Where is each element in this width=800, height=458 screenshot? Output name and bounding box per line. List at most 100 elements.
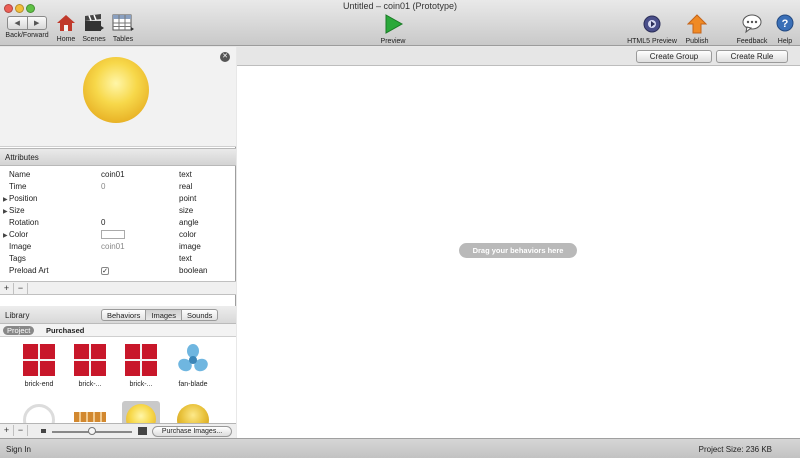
tables-button[interactable]: Tables bbox=[110, 14, 136, 43]
help-icon: ? bbox=[776, 14, 794, 32]
subtab-project[interactable]: Project bbox=[3, 326, 35, 335]
attribute-type: point bbox=[179, 194, 197, 203]
toolbar: Untitled – coin01 (Prototype) ◀ ▶ Back/F… bbox=[0, 0, 800, 46]
disclosure-triangle-icon[interactable]: ▶ bbox=[3, 232, 8, 239]
coin-image bbox=[83, 57, 149, 123]
attribute-value[interactable]: 0 bbox=[101, 218, 105, 227]
publish-button[interactable]: Publish bbox=[683, 14, 711, 45]
close-icon[interactable]: ✕ bbox=[220, 52, 230, 62]
create-rule-button[interactable]: Create Rule bbox=[716, 50, 788, 63]
rules-toolbar: Create Group Create Rule bbox=[237, 47, 800, 66]
add-attribute-button[interactable]: + bbox=[0, 283, 14, 294]
scenes-label: Scenes bbox=[82, 36, 106, 43]
brick-icon bbox=[23, 344, 55, 376]
preview-label: Preview bbox=[380, 38, 406, 45]
large-thumbnail-icon bbox=[138, 427, 147, 435]
attribute-row[interactable]: Time 0 real bbox=[0, 182, 236, 194]
feedback-button[interactable]: Feedback bbox=[736, 14, 768, 45]
attribute-name: Size bbox=[9, 206, 25, 215]
library-item-selected[interactable] bbox=[122, 401, 160, 425]
color-swatch[interactable] bbox=[101, 230, 125, 241]
attribute-type: image bbox=[179, 242, 201, 251]
actor-preview: ✕ bbox=[0, 47, 236, 147]
library-item-label: brick-... bbox=[129, 381, 153, 388]
rules-editor: Create Group Create Rule Drag your behav… bbox=[237, 47, 800, 438]
svg-text:?: ? bbox=[782, 18, 789, 30]
attribute-name: Tags bbox=[9, 254, 26, 263]
play-icon bbox=[385, 14, 404, 34]
coin-thumbnail bbox=[177, 404, 209, 425]
attribute-type: text bbox=[179, 170, 192, 179]
attribute-row[interactable]: Rotation 0 angle bbox=[0, 218, 236, 230]
library-item[interactable] bbox=[17, 404, 61, 425]
preload-art-checkbox[interactable]: ✓ bbox=[101, 266, 109, 275]
forward-arrow-icon[interactable]: ▶ bbox=[26, 17, 47, 29]
library-item[interactable]: brick-... bbox=[68, 344, 112, 388]
table-icon bbox=[112, 14, 134, 31]
slider-knob[interactable] bbox=[88, 427, 96, 435]
attribute-name: Color bbox=[9, 230, 29, 239]
library-item-label: fan-blade bbox=[178, 381, 208, 388]
remove-attribute-button[interactable]: − bbox=[14, 283, 28, 294]
window-title: Untitled – coin01 (Prototype) bbox=[342, 1, 458, 11]
attribute-name: Position bbox=[9, 194, 38, 203]
preview-button[interactable]: Preview bbox=[378, 14, 408, 45]
back-arrow-icon[interactable]: ◀ bbox=[8, 17, 27, 29]
library-item[interactable]: fan-blade bbox=[171, 344, 215, 388]
help-label: Help bbox=[777, 38, 793, 45]
attribute-value[interactable]: coin01 bbox=[101, 170, 125, 179]
html5-preview-button[interactable]: HTML5 Preview bbox=[626, 14, 678, 45]
brick-icon bbox=[74, 344, 106, 376]
coin-thumbnail bbox=[126, 404, 156, 425]
purchase-images-button[interactable]: Purchase Images... bbox=[152, 426, 232, 437]
feedback-label: Feedback bbox=[736, 38, 768, 45]
home-button[interactable]: Home bbox=[54, 14, 78, 43]
add-image-button[interactable]: + bbox=[0, 425, 14, 436]
publish-label: Publish bbox=[685, 38, 709, 45]
library-item[interactable] bbox=[171, 404, 215, 425]
library-item-label: brick-... bbox=[78, 381, 102, 388]
remove-image-button[interactable]: − bbox=[14, 425, 28, 436]
attribute-type: real bbox=[179, 182, 193, 191]
behavior-drop-zone[interactable]: Drag your behaviors here bbox=[459, 243, 577, 258]
disclosure-triangle-icon[interactable]: ▶ bbox=[3, 196, 8, 203]
create-group-button[interactable]: Create Group bbox=[636, 50, 712, 63]
speech-bubble-icon bbox=[742, 14, 762, 34]
small-thumbnail-icon bbox=[41, 429, 46, 433]
attribute-value[interactable]: coin01 bbox=[101, 242, 125, 251]
library-item[interactable]: brick-... bbox=[119, 344, 163, 388]
subtab-purchased[interactable]: Purchased bbox=[42, 326, 88, 335]
attribute-row[interactable]: Tags text bbox=[0, 254, 236, 266]
project-size: Project Size: 236 KB bbox=[698, 445, 772, 454]
library-item[interactable] bbox=[68, 404, 112, 422]
attribute-type: angle bbox=[179, 218, 199, 227]
home-label: Home bbox=[56, 36, 76, 43]
tables-label: Tables bbox=[112, 36, 134, 43]
html5-preview-icon bbox=[643, 15, 661, 33]
attribute-row[interactable]: Name coin01 text bbox=[0, 170, 236, 182]
attribute-name: Time bbox=[9, 182, 27, 191]
tab-behaviors[interactable]: Behaviors bbox=[102, 310, 145, 320]
attribute-name: Name bbox=[9, 170, 31, 179]
fan-blade-icon bbox=[178, 344, 208, 372]
tab-images[interactable]: Images bbox=[145, 310, 181, 320]
attribute-type: size bbox=[179, 206, 194, 215]
attribute-row[interactable]: ▶ Color color bbox=[0, 230, 236, 242]
upload-arrow-icon bbox=[686, 14, 708, 34]
sign-in-link[interactable]: Sign In bbox=[6, 445, 31, 454]
disclosure-triangle-icon[interactable]: ▶ bbox=[3, 208, 8, 215]
attribute-type: boolean bbox=[179, 266, 208, 275]
attribute-row[interactable]: Image coin01 image bbox=[0, 242, 236, 254]
attribute-type: text bbox=[179, 254, 192, 263]
attribute-row[interactable]: Preload Art ✓ boolean bbox=[0, 266, 236, 278]
attribute-row[interactable]: ▶ Position point bbox=[0, 194, 236, 206]
attribute-value: 0 bbox=[101, 182, 106, 191]
brick-icon bbox=[125, 344, 157, 376]
library-item[interactable]: brick-end bbox=[17, 344, 61, 388]
attribute-row[interactable]: ▶ Size size bbox=[0, 206, 236, 218]
white-orb-thumbnail bbox=[23, 404, 55, 425]
help-button[interactable]: ? Help bbox=[774, 14, 796, 45]
scenes-button[interactable]: Scenes bbox=[81, 14, 107, 43]
back-forward-control[interactable]: ◀ ▶ Back/Forward bbox=[3, 14, 51, 39]
tab-sounds[interactable]: Sounds bbox=[180, 310, 217, 320]
